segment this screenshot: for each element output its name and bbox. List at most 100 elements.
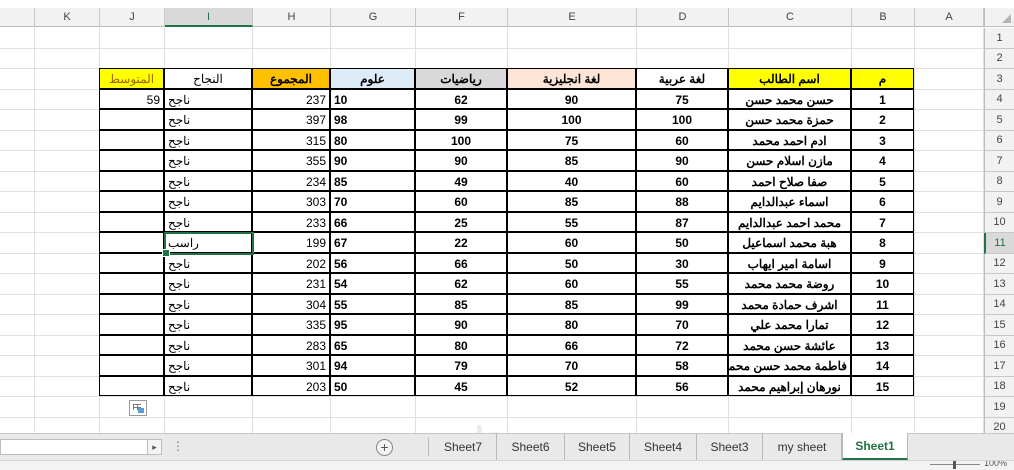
- grid-cell[interactable]: [915, 151, 984, 172]
- grid-cell[interactable]: [165, 48, 253, 69]
- cell-math[interactable]: 79: [415, 355, 507, 376]
- zoom-slider-knob[interactable]: [953, 461, 956, 469]
- cell-total[interactable]: 355: [252, 150, 330, 171]
- cell-result[interactable]: ناجح: [164, 293, 252, 314]
- grid-cell[interactable]: [0, 315, 35, 336]
- cell-num[interactable]: 13: [851, 334, 914, 355]
- cell-num[interactable]: 5: [851, 170, 914, 191]
- cell-result[interactable]: ناجح: [164, 109, 252, 130]
- cell-science[interactable]: 98: [330, 109, 415, 130]
- row-header-10[interactable]: 10: [984, 212, 1014, 233]
- cell-arabic[interactable]: 72: [636, 334, 728, 355]
- cell-arabic[interactable]: 88: [636, 191, 728, 212]
- grid-cell[interactable]: [915, 397, 984, 418]
- cell-total[interactable]: 237: [252, 88, 330, 109]
- cell-science[interactable]: 55: [330, 293, 415, 314]
- cell-math[interactable]: 49: [415, 170, 507, 191]
- cell-arabic[interactable]: 70: [636, 314, 728, 335]
- cell-math[interactable]: 60: [415, 191, 507, 212]
- cell-total[interactable]: 335: [252, 314, 330, 335]
- grid-cell[interactable]: [915, 253, 984, 274]
- grid-cell[interactable]: [0, 274, 35, 295]
- cell-math[interactable]: 100: [415, 129, 507, 150]
- grid-cell[interactable]: [915, 130, 984, 151]
- cell-student-name[interactable]: عائشة حسن محمد: [728, 334, 851, 355]
- add-sheet-button[interactable]: +: [376, 439, 393, 456]
- cell-average[interactable]: [99, 109, 164, 130]
- cell-arabic[interactable]: 56: [636, 375, 728, 396]
- column-header-k[interactable]: K: [35, 8, 100, 27]
- cell-average[interactable]: [99, 314, 164, 335]
- grid-cell[interactable]: [331, 28, 416, 49]
- zoom-level[interactable]: 100%: [984, 461, 1007, 468]
- header-name[interactable]: اسم الطالب: [728, 68, 851, 89]
- cell-result[interactable]: راسب: [164, 232, 252, 253]
- row-header-4[interactable]: 4: [984, 89, 1014, 110]
- cell-arabic[interactable]: 90: [636, 150, 728, 171]
- cell-english[interactable]: 100: [507, 109, 636, 130]
- cell-english[interactable]: 80: [507, 314, 636, 335]
- grid-cell[interactable]: [331, 48, 416, 69]
- sheet-tab-sheet6[interactable]: Sheet6: [497, 434, 565, 460]
- grid-cell[interactable]: [852, 28, 915, 49]
- cell-result[interactable]: ناجح: [164, 170, 252, 191]
- row-header-9[interactable]: 9: [984, 192, 1014, 213]
- cell-science[interactable]: 54: [330, 273, 415, 294]
- grid-cell[interactable]: [637, 28, 729, 49]
- cell-average[interactable]: [99, 211, 164, 232]
- grid-cell[interactable]: [915, 28, 984, 49]
- cell-english[interactable]: 75: [507, 129, 636, 150]
- sheet-tab-sheet7[interactable]: Sheet7: [430, 434, 497, 460]
- grid-cell[interactable]: [915, 356, 984, 377]
- cell-average[interactable]: [99, 191, 164, 212]
- cell-english[interactable]: 60: [507, 273, 636, 294]
- grid-cell[interactable]: [331, 417, 416, 433]
- grid-cell[interactable]: [100, 28, 165, 49]
- grid-cell[interactable]: [915, 89, 984, 110]
- grid-cell[interactable]: [852, 48, 915, 69]
- grid-cell[interactable]: [35, 110, 100, 131]
- grid-cell[interactable]: [508, 48, 637, 69]
- row-header-8[interactable]: 8: [984, 171, 1014, 192]
- header-arabic[interactable]: لغة عربية: [636, 68, 728, 89]
- grid-cell[interactable]: [35, 294, 100, 315]
- grid-cell[interactable]: [0, 356, 35, 377]
- grid-cell[interactable]: [915, 110, 984, 131]
- cell-num[interactable]: 15: [851, 375, 914, 396]
- grid-cell[interactable]: [331, 397, 416, 418]
- grid-cell[interactable]: [416, 397, 508, 418]
- grid-cell[interactable]: [35, 233, 100, 254]
- grid-cell[interactable]: [0, 294, 35, 315]
- cell-num[interactable]: 2: [851, 109, 914, 130]
- cell-result[interactable]: ناجح: [164, 88, 252, 109]
- grid-cell[interactable]: [852, 417, 915, 433]
- cell-total[interactable]: 202: [252, 252, 330, 273]
- column-header-g[interactable]: G: [331, 8, 416, 27]
- grid-cell[interactable]: [35, 253, 100, 274]
- cell-math[interactable]: 66: [415, 252, 507, 273]
- grid-cell[interactable]: [165, 397, 253, 418]
- cell-num[interactable]: 12: [851, 314, 914, 335]
- grid-cell[interactable]: [915, 192, 984, 213]
- cell-english[interactable]: 60: [507, 232, 636, 253]
- sheet-tab-sheet4[interactable]: Sheet4: [630, 434, 697, 460]
- grid-cell[interactable]: [915, 294, 984, 315]
- sheet-tab-my-sheet[interactable]: my sheet: [763, 434, 842, 460]
- grid-cell[interactable]: [0, 417, 35, 433]
- grid-cell[interactable]: [915, 376, 984, 397]
- cell-student-name[interactable]: اسامة امير ايهاب: [728, 252, 851, 273]
- column-header-e[interactable]: E: [508, 8, 637, 27]
- row-header-16[interactable]: 16: [984, 335, 1014, 356]
- cell-average[interactable]: [99, 293, 164, 314]
- cell-num[interactable]: 3: [851, 129, 914, 150]
- cell-total[interactable]: 283: [252, 334, 330, 355]
- cell-num[interactable]: 9: [851, 252, 914, 273]
- grid-cell[interactable]: [165, 28, 253, 49]
- grid-cell[interactable]: [0, 110, 35, 131]
- cell-student-name[interactable]: فاطمة محمد حسن محمد: [728, 355, 851, 376]
- grid-cell[interactable]: [416, 28, 508, 49]
- cell-math[interactable]: 90: [415, 150, 507, 171]
- cell-science[interactable]: 50: [330, 375, 415, 396]
- header-average[interactable]: المتوسط: [99, 68, 164, 89]
- cell-total[interactable]: 203: [252, 375, 330, 396]
